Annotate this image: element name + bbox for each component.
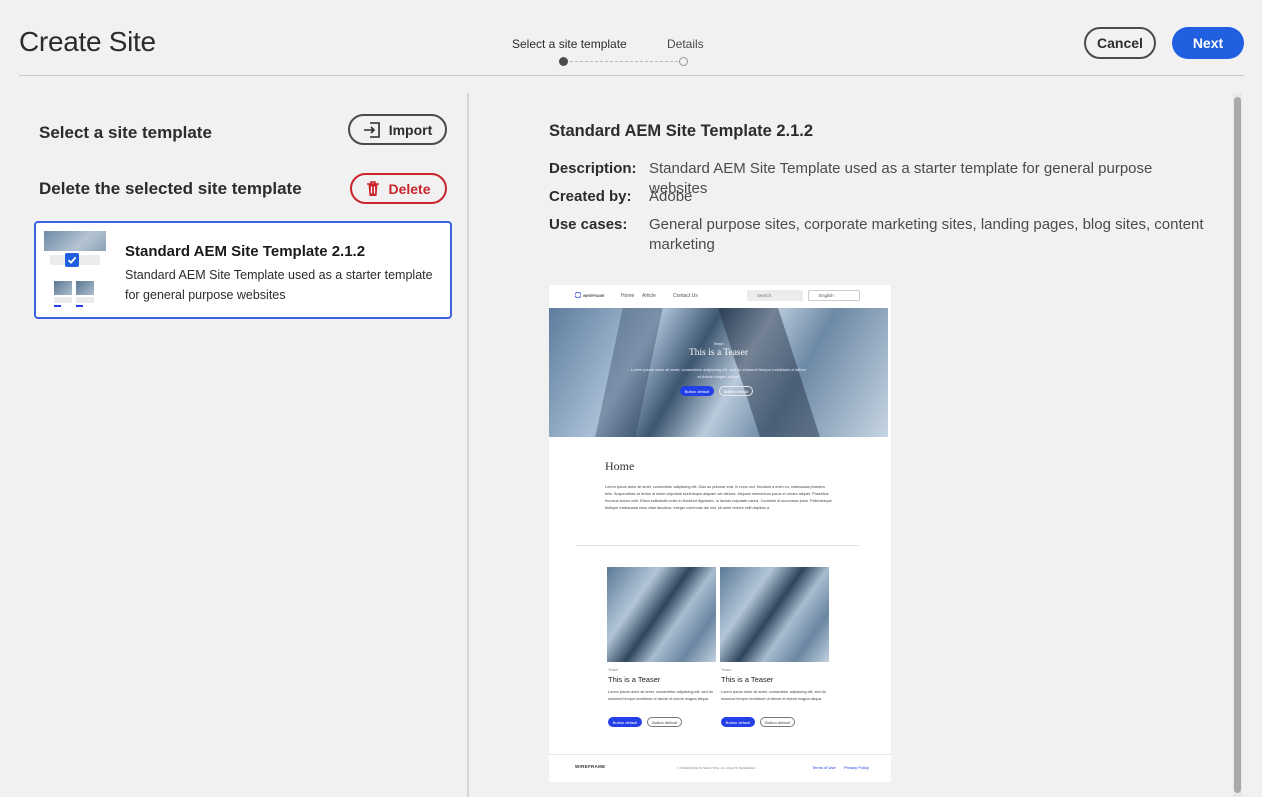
preview-hero: Teaser This is a Teaser Lorem ipsum dolo… <box>549 308 888 437</box>
preview-brand: WIREFRAME <box>583 294 605 298</box>
step-indicator-pending <box>679 57 688 66</box>
import-button[interactable]: Import <box>348 114 447 145</box>
preview-hero-text: Lorem ipsum dolor sit amet, consectetur … <box>631 367 806 379</box>
template-card[interactable]: Standard AEM Site Template 2.1.2 Standar… <box>34 221 452 319</box>
preview-footer-brand: WIREFRAME <box>575 764 606 769</box>
step-label-select-template: Select a site template <box>512 37 627 51</box>
preview-divider <box>576 545 859 546</box>
import-label: Import <box>388 121 433 138</box>
created-by-value: Adobe <box>649 188 693 205</box>
preview-card-primary-button-2: Button default <box>721 717 755 727</box>
delete-label: Delete <box>388 180 431 197</box>
details-scrollbar-thumb[interactable] <box>1234 97 1241 793</box>
checkmark-icon <box>67 256 77 264</box>
select-template-heading: Select a site template <box>39 123 212 142</box>
details-scrollbar[interactable] <box>1233 93 1242 797</box>
preview-logo-icon <box>575 292 581 298</box>
page-header: Create Site Select a site template Detai… <box>0 0 1262 76</box>
description-label: Description: <box>549 160 637 177</box>
preview-nav-contact: Contact Us <box>673 293 698 299</box>
preview-home-title: Home <box>605 459 635 473</box>
template-preview: WIREFRAME Home Article Contact Us Search… <box>549 285 891 782</box>
preview-hero-title: This is a Teaser <box>688 348 749 358</box>
import-icon <box>363 121 380 138</box>
preview-nav-home: Home <box>621 293 635 299</box>
preview-card-title-1: This is a Teaser <box>608 675 661 684</box>
panel-divider <box>467 93 469 797</box>
delete-button[interactable]: Delete <box>350 173 447 204</box>
template-card-title: Standard AEM Site Template 2.1.2 <box>125 243 366 260</box>
created-by-label: Created by: <box>549 188 632 205</box>
preview-card-secondary-button-1: Button default <box>647 717 682 727</box>
preview-footer-divider <box>549 754 891 755</box>
preview-card-title-2: This is a Teaser <box>721 675 774 684</box>
preview-footer-copyright: © WIREFRAME INTERACTIVE. ALL RIGHTS RESE… <box>677 766 757 770</box>
cancel-button[interactable]: Cancel <box>1084 27 1156 59</box>
preview-language: English <box>808 290 860 301</box>
use-cases-value: General purpose sites, corporate marketi… <box>649 216 1204 253</box>
preview-nav: WIREFRAME Home Article Contact Us Search… <box>549 285 891 307</box>
template-thumbnail <box>44 229 106 315</box>
preview-card-image-2 <box>720 567 829 662</box>
page-title: Create Site <box>19 26 156 57</box>
preview-card-text-1: Lorem ipsum dolor sit amet, consectetur … <box>608 690 713 701</box>
template-card-description: Standard AEM Site Template used as a sta… <box>125 268 433 302</box>
preview-hero-secondary-button: Button default <box>719 386 753 396</box>
preview-hero-kicker: Teaser <box>713 342 724 346</box>
preview-card-kicker-1: Teaser <box>608 668 619 672</box>
wizard-steps: Select a site template Details <box>500 36 720 70</box>
preview-home-text: Lorem ipsum dolor sit amet, consectetur … <box>605 485 832 510</box>
template-details-title: Standard AEM Site Template 2.1.2 <box>549 122 814 140</box>
preview-card-secondary-button-2: Button default <box>760 717 795 727</box>
preview-footer-terms: Terms of Use <box>812 765 836 770</box>
use-cases-label: Use cases: <box>549 216 628 233</box>
step-label-details: Details <box>667 37 704 51</box>
next-button[interactable]: Next <box>1172 27 1244 59</box>
header-divider <box>19 75 1244 76</box>
preview-hero-primary-button: Button default <box>680 386 714 396</box>
preview-card-primary-button-1: Button default <box>608 717 642 727</box>
step-indicator-current <box>559 57 568 66</box>
preview-nav-article: Article <box>642 293 656 299</box>
step-connector <box>570 61 678 62</box>
delete-template-heading: Delete the selected site template <box>39 179 302 198</box>
preview-card-text-2: Lorem ipsum dolor sit amet, consectetur … <box>721 690 826 701</box>
preview-footer-privacy: Privacy Policy <box>844 765 869 770</box>
preview-card-image-1 <box>607 567 716 662</box>
template-selected-checkbox[interactable] <box>65 253 79 267</box>
trash-icon <box>367 180 380 196</box>
preview-search: Search <box>747 290 803 301</box>
preview-card-kicker-2: Teaser <box>721 668 732 672</box>
